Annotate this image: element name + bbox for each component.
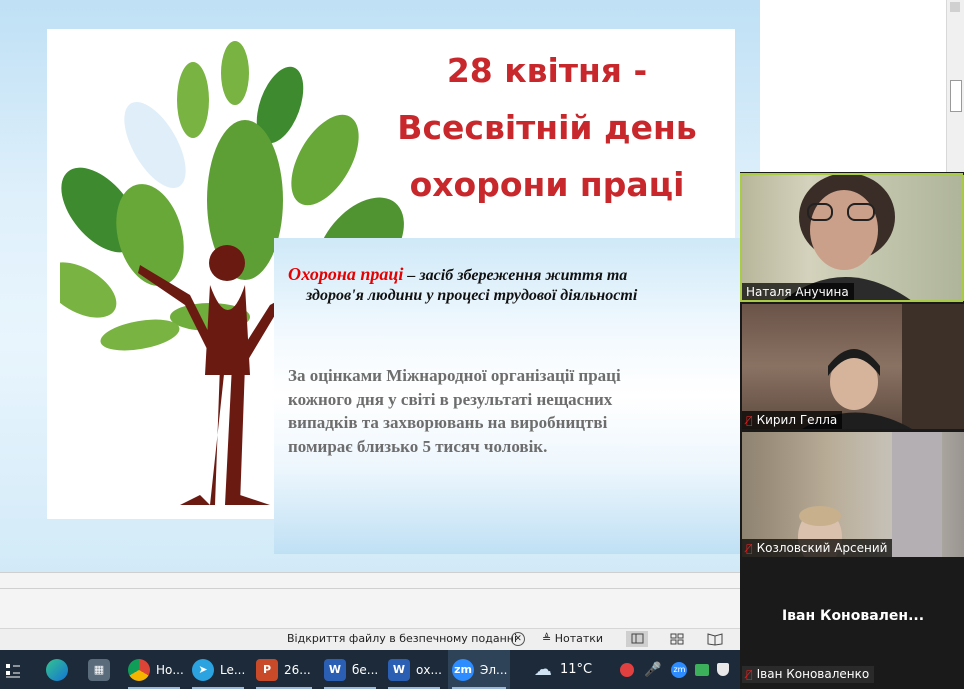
protected-view-status: Відкриття файлу в безпечному поданні xyxy=(287,632,518,645)
notes-label: Нотатки xyxy=(554,632,604,645)
taskbar-app-zoom[interactable]: zm Эл... xyxy=(448,650,510,689)
notification-app-icon[interactable] xyxy=(620,662,634,677)
paragraph-line-1: За оцінками Міжнародної організації прац… xyxy=(288,366,621,385)
paragraph-line-4: помирає близько 5 тисяч чоловік. xyxy=(288,436,548,456)
normal-view-icon xyxy=(631,633,644,644)
taskbar-label-chrome: Но... xyxy=(156,662,184,677)
zoom-icon: zm xyxy=(452,658,474,681)
security-shield-icon[interactable] xyxy=(717,663,730,676)
definition-term: Охорона праці xyxy=(288,264,404,284)
participant-name-3: Козловский Арсений xyxy=(756,541,888,555)
notes-icon: ≜ xyxy=(542,632,552,645)
title-line-2: Всесвітній день xyxy=(397,108,697,147)
taskbar-app-calculator[interactable]: ▦ xyxy=(88,650,120,689)
mic-muted-icon: 🎙̸ xyxy=(746,414,753,427)
mic-muted-icon: 🎙̸ xyxy=(746,542,753,555)
edge-icon xyxy=(46,658,68,681)
participant-name-2: Кирил Гелла xyxy=(756,413,838,427)
calculator-icon: ▦ xyxy=(88,658,110,681)
taskbar-app-word-1[interactable]: W бе... xyxy=(320,650,380,689)
participant-name-4-tag: 🎙̸ Іван Коноваленко xyxy=(742,666,875,683)
close-protected-view-icon[interactable]: ✕ xyxy=(511,632,525,646)
microphone-icon[interactable]: 🎤 xyxy=(644,662,661,678)
scrollbar-thumb[interactable] xyxy=(950,80,962,112)
taskbar-app-word-2[interactable]: W ох... xyxy=(384,650,444,689)
taskbar-label-word-1: бе... xyxy=(352,662,379,677)
notes-divider xyxy=(0,588,740,589)
notes-button[interactable]: ≜ Нотатки xyxy=(542,632,603,645)
participant-4-display-name[interactable]: Іван Коновален... xyxy=(742,608,964,624)
taskbar-app-edge[interactable] xyxy=(46,650,78,689)
taskbar-app-chrome[interactable]: Но... xyxy=(124,650,184,689)
participant-name-4: Іван Коноваленко xyxy=(756,667,870,681)
notes-pane[interactable] xyxy=(0,572,740,629)
title-line-3: охорони праці xyxy=(409,165,685,204)
taskbar-label-word-2: ох... xyxy=(416,662,442,677)
normal-view-button[interactable] xyxy=(626,631,648,647)
definition-line-1: Охорона праці – засіб збереження життя т… xyxy=(288,264,627,285)
cloud-icon: ☁ xyxy=(534,659,552,680)
slide-textbox: Охорона праці – засіб збереження життя т… xyxy=(274,238,760,554)
taskbar-app-telegram[interactable]: ➤ Le... xyxy=(188,650,248,689)
participant-name-1: Наталя Анучина xyxy=(742,283,854,301)
slide-sorter-button[interactable] xyxy=(666,631,688,647)
powerpoint-icon: P xyxy=(256,658,278,681)
tray-app-icon[interactable] xyxy=(695,663,710,676)
slide-title: 28 квітня - Всесвітній день охорони прац… xyxy=(372,42,722,213)
title-line-1: 28 квітня - xyxy=(446,51,648,90)
paragraph-line-3: випадків та захворювань на виробництві xyxy=(288,413,608,432)
reading-view-button[interactable] xyxy=(704,631,726,647)
task-view-icon xyxy=(6,663,20,677)
weather-temperature: 11°C xyxy=(560,662,593,677)
status-bar: Відкриття файлу в безпечному поданні ✕ ≜… xyxy=(0,628,740,651)
paragraph-line-2: кожного дня у світі в результаті нещасни… xyxy=(288,389,613,409)
taskbar-label-telegram: Le... xyxy=(220,662,246,677)
weather-widget[interactable]: ☁ 11°C xyxy=(534,650,592,689)
participant-tile-3[interactable]: 🎙̸ Козловский Арсений xyxy=(742,432,964,557)
chrome-icon xyxy=(128,658,150,681)
definition-line-2: здоров'я людини у процесі трудової діяль… xyxy=(306,287,638,304)
word-icon: W xyxy=(388,658,410,681)
task-view-button[interactable] xyxy=(4,650,30,689)
mic-muted-icon: 🎙̸ xyxy=(746,668,753,681)
reading-view-icon xyxy=(707,633,723,646)
zoom-tray-icon[interactable]: zm xyxy=(671,661,688,678)
participant-tile-1[interactable]: Наталя Анучина xyxy=(742,175,964,301)
taskbar: ▦ Но... ➤ Le... P 26... W бе... W ох... … xyxy=(0,650,740,689)
scroll-up-arrow-icon[interactable] xyxy=(950,2,960,12)
participant-name-3-tag: 🎙̸ Козловский Арсений xyxy=(742,539,893,557)
taskbar-app-powerpoint[interactable]: P 26... xyxy=(252,650,316,689)
taskbar-label-powerpoint: 26... xyxy=(284,662,311,677)
definition-part-1: – засіб збереження життя та xyxy=(403,267,628,284)
slide-sorter-icon xyxy=(670,633,684,645)
participant-tile-2[interactable]: 🎙̸ Кирил Гелла xyxy=(742,304,964,429)
telegram-icon: ➤ xyxy=(192,658,214,681)
participant-name-2-tag: 🎙̸ Кирил Гелла xyxy=(742,411,843,429)
word-icon: W xyxy=(324,658,346,681)
statistics-paragraph: За оцінками Міжнародної організації прац… xyxy=(288,364,728,458)
taskbar-label-zoom: Эл... xyxy=(480,662,508,677)
system-tray: 🎤 zm xyxy=(620,650,730,689)
